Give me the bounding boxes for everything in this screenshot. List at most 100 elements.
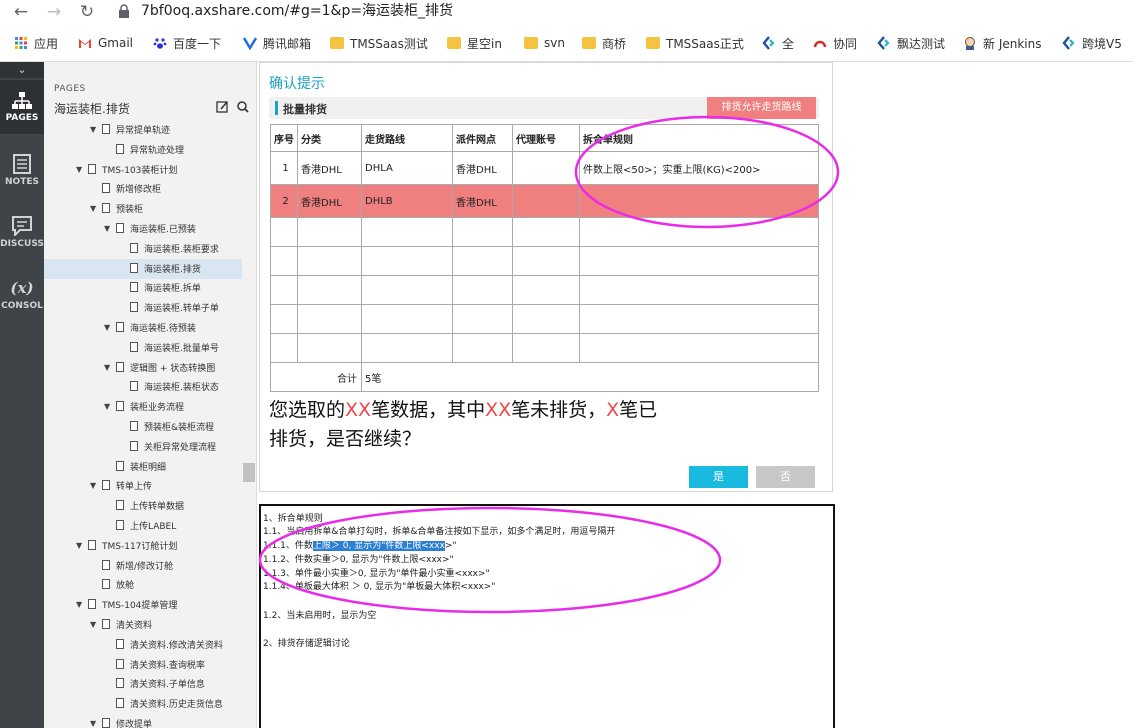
expand-arrow-icon[interactable]: ▼ [76,165,86,174]
address-bar[interactable]: 7bf0oq.axshare.com/#g=1&p=海运装柜_排货 [141,2,453,20]
tree-node[interactable]: 海运装柜.批量单号 [44,338,242,358]
table-cell: DHLB [361,185,452,217]
tree-node[interactable]: ▼ 装柜业务流程 [44,397,242,417]
note-line: 1.2、当未启用时，显示为空 [263,611,377,621]
table-row[interactable] [270,334,819,363]
table-cell [297,218,361,246]
bookmark-tencent-mail[interactable]: 腾讯邮箱 [243,32,311,54]
allowed-routes-button[interactable]: 排货允许走货路线 [707,97,816,119]
table-row[interactable] [270,305,819,334]
tree-node[interactable]: ▼ TMS-104提单管理 [44,595,242,615]
bookmark-apps[interactable]: 应用 [14,32,58,54]
tree-node[interactable]: 新增修改柜 [44,179,242,199]
bookmark-tmssaas-prod[interactable]: TMSSaas正式 [646,32,744,54]
bookmark-baidu[interactable]: 百度一下 [153,32,221,54]
tree-node[interactable]: ▼ 预装柜 [44,199,242,219]
table-row[interactable] [270,247,819,276]
rail-tab-console[interactable]: (x) CONSOL [0,278,44,311]
tree-node[interactable]: 海运装柜.装柜要求 [44,239,242,259]
tree-node[interactable]: 关柜异常处理流程 [44,437,242,457]
bookmark-label: svn [544,36,565,50]
bookmark-shangqiao[interactable]: 商桥 [582,32,626,54]
table-cell: 2 [270,185,297,217]
apps-grid-icon [15,37,27,49]
tree-node[interactable]: 放舱 [44,575,242,595]
tree-node[interactable]: 上传LABEL [44,516,242,536]
tree-node[interactable]: 海运装柜.拆单 [44,278,242,298]
tree-node[interactable]: 海运装柜.转单子单 [44,298,242,318]
bookmark-gmail[interactable]: Gmail [78,32,133,54]
bookmark-jenkins[interactable]: 新 Jenkins [963,32,1041,54]
table-cell [361,276,452,304]
expand-arrow-icon[interactable]: ▼ [76,600,86,609]
back-arrow-icon[interactable]: ← [10,2,32,22]
table-row[interactable]: 1 香港DHL DHLA 香港DHL 件数上限<50>；实重上限(KG)<200> [270,152,819,185]
bookmark-kuajing[interactable]: 跨境V5 [1062,32,1122,54]
tree-node[interactable]: 海运装柜.装柜状态 [44,377,242,397]
tree-node[interactable]: 清关资料.修改清关资料 [44,635,242,655]
tree-node[interactable]: ▼ 逻辑图 + 状态转换图 [44,358,242,378]
no-button[interactable]: 否 [756,466,815,488]
table-header-cell: 走货路线 [361,125,452,151]
expand-arrow-icon[interactable]: ▼ [90,125,100,134]
expand-arrow-icon[interactable]: ▼ [90,204,100,213]
tree-node[interactable]: 装柜明细 [44,457,242,477]
bookmark-xietong[interactable]: 协同 [813,32,857,54]
table-cell [512,276,579,304]
expand-arrow-icon[interactable]: ▼ [90,481,100,490]
tree-scrollbar-track[interactable] [242,120,256,728]
expand-arrow-icon[interactable]: ▼ [104,363,114,372]
tree-node[interactable]: 清关资料.历史走货信息 [44,694,242,714]
expand-arrow-icon[interactable]: ▼ [104,323,114,332]
table-row[interactable] [270,276,819,305]
confirm-dialog: 确认提示 批量排货 排货允许走货路线 序号 分类 走货路线 派件网点 代理账号 拆合单规则… [259,62,833,492]
bookmark-label: 星空in [467,36,502,51]
forward-arrow-icon[interactable]: → [43,2,65,22]
rail-tab-notes[interactable]: NOTES [0,154,44,187]
bookmark-xingkong[interactable]: 星空in [447,32,502,54]
page-doc-icon [116,461,124,471]
edit-page-icon[interactable] [216,101,228,113]
table-row[interactable] [270,218,819,247]
reload-icon[interactable]: ↻ [76,2,98,22]
expand-arrow-icon[interactable]: ▼ [90,620,100,629]
tree-node[interactable]: 预装柜&装柜流程 [44,417,242,437]
tree-node[interactable]: ▼ TMS-103装柜计划 [44,160,242,180]
sitemap-icon [12,92,32,109]
tree-node[interactable]: ▼ 异常提单轨迹 [44,120,242,140]
bookmark-tmssaas-test[interactable]: TMSSaas测试 [330,32,428,54]
tree-node[interactable]: ▼ 海运装柜.已预装 [44,219,242,239]
bookmark-quan[interactable]: 全 [762,32,794,54]
tree-node[interactable]: ▼ 转单上传 [44,476,242,496]
expand-arrow-icon[interactable]: ▼ [76,541,86,550]
tree-node-label: 关柜异常处理流程 [144,443,217,453]
tree-node[interactable]: 新增/修改订舱 [44,556,242,576]
tree-node[interactable]: 异常轨迹处理 [44,140,242,160]
tree-node[interactable]: 清关资料.查询税率 [44,655,242,675]
tree-node[interactable]: ▼ 海运装柜.待预装 [44,318,242,338]
table-row[interactable]: 2 香港DHL DHLB 香港DHL [270,185,819,218]
tree-node[interactable]: ▼ 修改提单 [44,714,242,728]
tree-node[interactable]: ▼ TMS-117订舱计划 [44,536,242,556]
tree-node[interactable]: 上传转单数据 [44,496,242,516]
collapse-chevron-icon[interactable]: ⌄ [0,62,44,78]
table-cell [297,305,361,333]
page-doc-icon [130,342,138,352]
tree-scrollbar-thumb[interactable] [243,463,255,482]
bookmark-piaoda-test[interactable]: 飘达测试 [877,32,945,54]
tree-node[interactable]: 清关资料.子单信息 [44,674,242,694]
bookmark-label: 商桥 [602,36,627,51]
rail-tab-pages[interactable]: PAGES [0,80,44,134]
bookmark-svn[interactable]: svn [524,32,565,54]
expand-arrow-icon[interactable]: ▼ [90,719,100,728]
tree-node[interactable]: 海运装柜.排货 [44,259,242,279]
yes-button[interactable]: 是 [689,466,748,488]
expand-arrow-icon[interactable]: ▼ [104,402,114,411]
bookmark-label: 腾讯邮箱 [263,36,312,51]
table-cell: DHLA [361,152,452,184]
tree-node-label: 装柜明细 [130,463,167,473]
expand-arrow-icon[interactable]: ▼ [104,224,114,233]
search-page-icon[interactable] [237,101,249,113]
tree-node[interactable]: ▼ 清关资料 [44,615,242,635]
rail-tab-discuss[interactable]: DISCUSS [0,216,44,249]
